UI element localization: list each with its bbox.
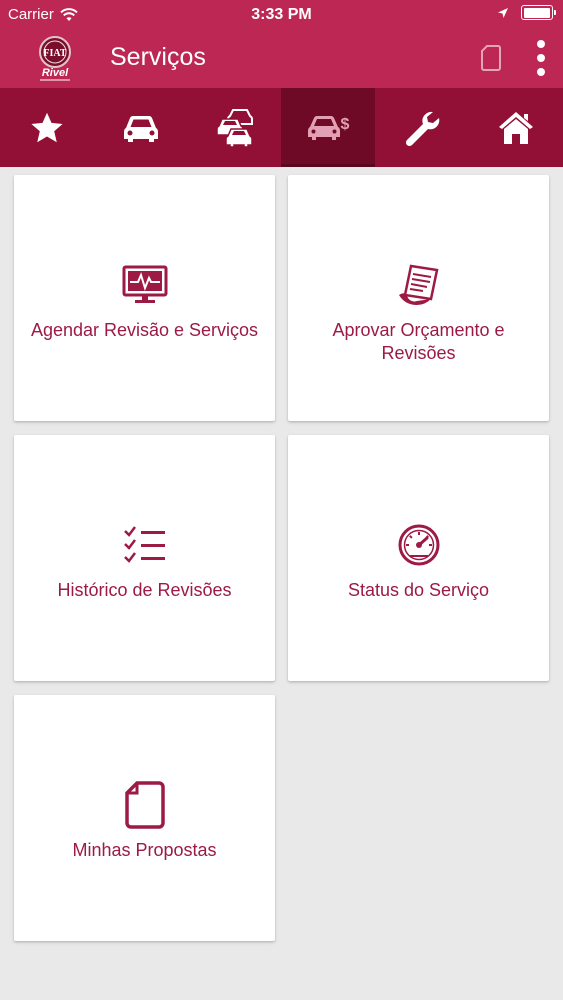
card-label: Minhas Propostas — [72, 840, 217, 860]
document-scroll-icon — [398, 264, 438, 305]
logo-brand: FIAT — [43, 48, 66, 59]
logo-dealer: Rivel — [42, 67, 69, 79]
card-label: Agendar Revisão e Serviços — [30, 320, 259, 340]
home-icon — [499, 111, 534, 144]
car-icon — [123, 115, 158, 142]
monitor-heartbeat-icon — [122, 265, 167, 303]
app-bar: FIAT Rivel Serviços — [0, 30, 563, 88]
fiat-rivel-logo[interactable]: FIAT Rivel — [32, 34, 78, 84]
tab-home[interactable] — [469, 88, 563, 167]
star-icon — [31, 112, 63, 142]
card-label: Histórico de Revisões — [57, 580, 232, 600]
document-button[interactable] — [480, 44, 502, 72]
card-service-history[interactable]: Histórico de Revisões — [14, 435, 275, 681]
more-options-button[interactable] — [530, 40, 552, 76]
card-service-status[interactable]: Status do Serviço — [288, 435, 549, 681]
card-label: Aprovar Orçamento e Revisões — [332, 320, 505, 363]
clock: 3:33 PM — [251, 6, 312, 23]
cars-stack-icon — [215, 108, 253, 148]
card-label: Status do Serviço — [347, 580, 490, 600]
status-right — [497, 5, 556, 20]
card-approve-budget[interactable]: Aprovar Orçamento e Revisões — [288, 175, 549, 421]
tab-favorites[interactable] — [0, 88, 94, 167]
tab-my-car[interactable] — [94, 88, 188, 167]
more-dot — [537, 54, 545, 62]
tab-bar: $ — [0, 88, 563, 167]
car-money-icon: $ — [308, 115, 350, 140]
tab-new-cars[interactable] — [188, 88, 282, 167]
document-icon — [124, 781, 165, 829]
more-dot — [537, 68, 545, 76]
card-schedule-service[interactable]: Agendar Revisão e Serviços — [14, 175, 275, 421]
card-my-proposals[interactable]: Minhas Propostas — [14, 695, 275, 941]
document-outline-icon — [481, 45, 501, 71]
page-title: Serviços — [110, 43, 206, 71]
battery-icon — [521, 5, 556, 20]
speedometer-icon — [398, 524, 439, 566]
wrench-icon — [406, 111, 440, 146]
checklist-icon — [123, 526, 165, 563]
more-dot — [537, 40, 545, 48]
location-arrow-icon — [498, 7, 508, 18]
svg-text:$: $ — [341, 116, 350, 133]
tab-maintenance[interactable] — [375, 88, 469, 167]
tab-services[interactable]: $ — [281, 88, 376, 167]
status-bar: Carrier 3:33 PM — [0, 0, 563, 30]
